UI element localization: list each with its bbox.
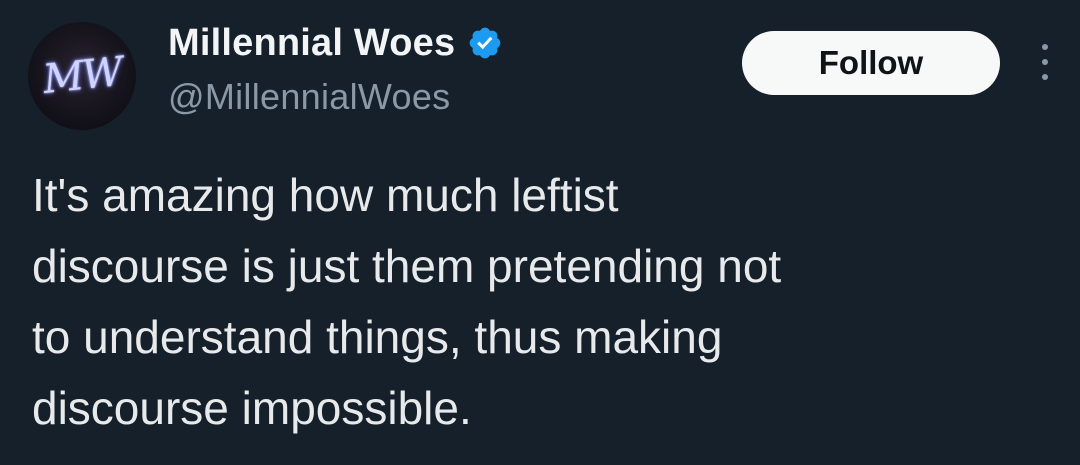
more-dot (1042, 44, 1048, 50)
avatar-monogram: MW (40, 49, 124, 103)
more-vertical-icon[interactable] (1030, 40, 1060, 84)
author-info: Millennial Woes @MillennialWoes (168, 20, 503, 118)
verified-badge-icon (469, 27, 501, 59)
more-dot (1042, 59, 1048, 65)
avatar[interactable]: MW (28, 22, 136, 130)
follow-button[interactable]: Follow (742, 31, 1000, 95)
display-name[interactable]: Millennial Woes (168, 22, 455, 65)
tweet-text: It's amazing how much leftist discourse … (32, 169, 782, 434)
handle[interactable]: @MillennialWoes (168, 76, 503, 118)
more-dot (1042, 74, 1048, 80)
display-name-row: Millennial Woes (168, 20, 503, 66)
tweet-card: MW Millennial Woes @MillennialWoes Follo… (0, 0, 1080, 465)
